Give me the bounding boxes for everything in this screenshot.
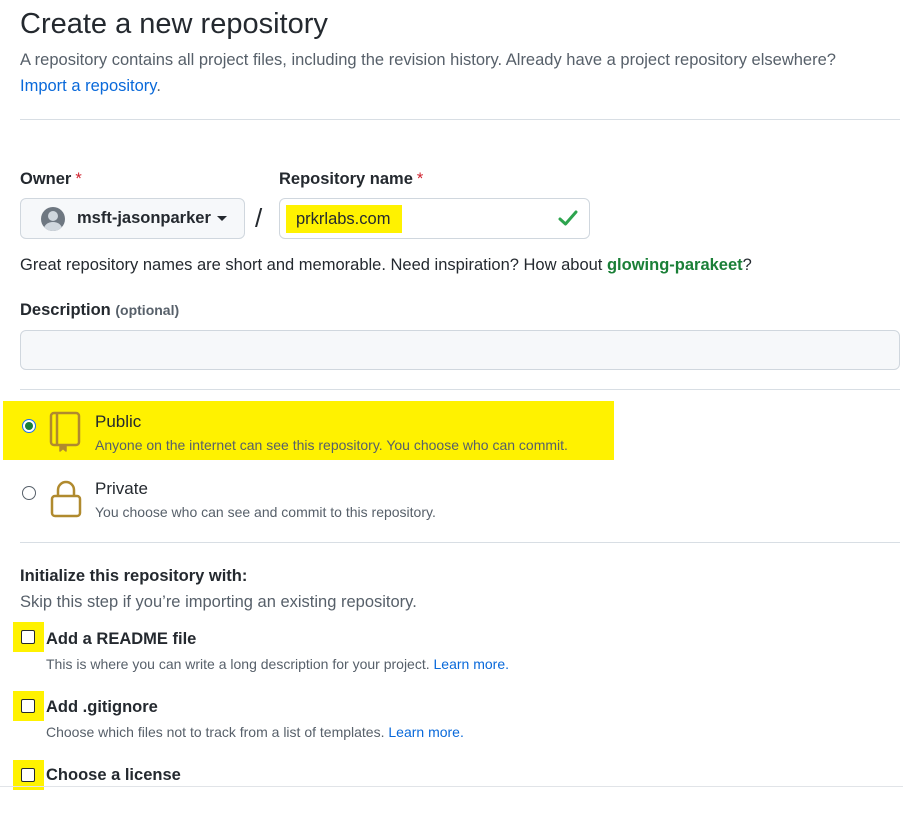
description-label-text: Description [20,301,111,319]
repo-book-icon [49,411,81,452]
repository-name-help: Great repository names are short and mem… [20,256,752,275]
initialize-subtitle: Skip this step if you’re importing an ex… [20,593,417,611]
private-radio[interactable] [22,486,36,500]
repository-name-label-text: Repository name [279,170,413,188]
license-title: Choose a license [46,766,181,784]
public-title: Public [95,412,142,431]
owner-repo-separator: / [255,203,263,233]
chevron-down-icon [216,216,227,221]
repository-required-mark: * [416,170,424,188]
readme-description-line: This is where you can write a long descr… [46,656,509,672]
repository-name-value: prkrlabs.com [286,205,403,233]
readme-learn-more-link[interactable]: Learn more. [434,656,509,672]
public-radio[interactable] [22,419,36,433]
owner-required-mark: * [75,170,82,188]
bottom-divider [0,786,903,787]
suggested-name-link[interactable]: glowing-parakeet [607,256,743,274]
gitignore-description-line: Choose which files not to track from a l… [46,724,464,740]
private-description: You choose who can see and commit to thi… [95,504,436,520]
optional-label: (optional) [115,302,180,318]
owner-label-text: Owner [20,170,72,188]
import-line: Import a repository. [20,77,161,96]
gitignore-checkbox-highlight [13,691,44,721]
import-suffix: . [156,77,161,95]
page-subtitle: A repository contains all project files,… [20,51,836,69]
owner-label: Owner * [20,170,82,189]
repository-name-input[interactable]: prkrlabs.com [279,198,590,239]
description-input[interactable] [20,330,900,370]
private-title: Private [95,479,148,498]
visibility-divider-bottom [20,542,900,543]
readme-title: Add a README file [46,630,197,648]
initialize-title: Initialize this repository with: [20,567,248,585]
avatar [41,206,65,231]
page-title: Create a new repository [20,8,328,40]
gitignore-title: Add .gitignore [46,698,158,716]
repository-help-text: Great repository names are short and mem… [20,256,607,274]
license-checkbox[interactable] [21,768,35,782]
readme-checkbox[interactable] [21,630,35,644]
header-divider [20,119,900,120]
gitignore-checkbox[interactable] [21,699,35,713]
gitignore-learn-more-link[interactable]: Learn more. [388,724,463,740]
import-repository-link[interactable]: Import a repository [20,77,156,95]
lock-icon [50,480,82,518]
repository-help-suffix: ? [742,256,752,274]
public-description: Anyone on the internet can see this repo… [95,437,568,453]
check-icon [558,210,578,226]
gitignore-description: Choose which files not to track from a l… [46,724,385,740]
readme-checkbox-highlight [13,622,44,652]
description-label: Description (optional) [20,301,179,320]
owner-name: msft-jasonparker [77,209,211,227]
repository-name-label: Repository name * [279,170,423,189]
readme-description: This is where you can write a long descr… [46,656,430,672]
visibility-divider-top [20,389,900,390]
owner-select-button[interactable]: msft-jasonparker [20,198,245,239]
